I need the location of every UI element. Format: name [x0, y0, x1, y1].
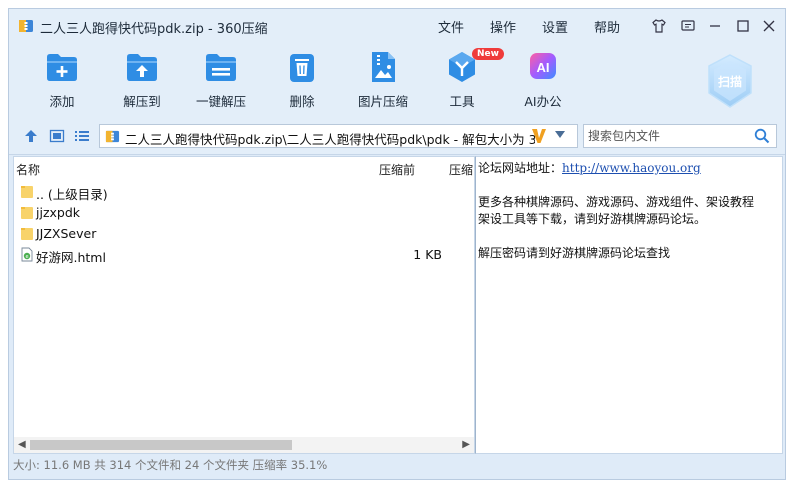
scroll-left-icon[interactable]: ◀ — [18, 439, 26, 450]
feedback-button[interactable] — [679, 17, 697, 35]
comment-blank — [478, 177, 780, 194]
scan-label: 扫描 — [718, 74, 742, 89]
image-compress-button[interactable]: 图片压缩 — [343, 49, 423, 110]
comment-line-3: 架设工具等下载，请到好游棋牌源码论坛。 — [478, 212, 707, 226]
file-size: 1 KB — [413, 247, 442, 262]
status-bar: 大小: 11.6 MB 共 314 个文件和 24 个文件夹 压缩率 35.1% — [13, 458, 328, 472]
delete-button[interactable]: 删除 — [262, 49, 342, 110]
search-box — [583, 124, 777, 148]
file-row[interactable]: .. (上级目录) — [14, 181, 474, 202]
file-row[interactable]: JJZXSever — [14, 223, 474, 244]
v-logo-icon — [532, 129, 546, 143]
file-name: JJZXSever — [36, 226, 97, 241]
close-icon — [763, 20, 775, 32]
window-title: 二人三人跑得快代码pdk.zip - 360压缩 — [40, 22, 268, 37]
scrollbar-thumb[interactable] — [30, 440, 292, 450]
zip-file-icon — [105, 130, 120, 143]
zip-app-icon — [19, 20, 33, 32]
path-field[interactable]: 二人三人跑得快代码pdk.zip\二人三人跑得快代码pdk\pdk - 解包大小… — [99, 124, 578, 148]
search-input[interactable] — [584, 125, 748, 147]
svg-text:e: e — [25, 254, 28, 260]
folder-icon — [21, 228, 33, 240]
scroll-right-icon[interactable]: ▶ — [462, 439, 470, 450]
file-name: .. (上级目录) — [36, 187, 108, 202]
add-folder-icon — [47, 54, 77, 81]
file-row[interactable]: jjzxpdk — [14, 202, 474, 223]
comment-site-label: 论坛网站地址： — [478, 161, 563, 175]
one-click-extract-button-label: 一键解压 — [195, 94, 246, 109]
toolbar: 添加 解压到 一键解压 删除 图片压缩 工具 AI AI办公 New 扫描 — [9, 43, 785, 117]
address-bar-row: 二人三人跑得快代码pdk.zip\二人三人跑得快代码pdk\pdk - 解包大小… — [9, 117, 785, 155]
column-name[interactable]: 名称 — [16, 161, 40, 178]
ai-office-icon: AI — [530, 53, 556, 79]
file-name: jjzxpdk — [36, 205, 81, 220]
add-button[interactable]: 添加 — [22, 49, 102, 110]
one-click-extract-icon — [206, 54, 236, 81]
shirt-icon — [652, 19, 666, 33]
menu-settings[interactable]: 设置 — [542, 17, 568, 36]
column-header: 名称 压缩前 压缩 — [14, 157, 474, 179]
up-arrow-icon[interactable] — [23, 129, 39, 143]
comment-line-4: 解压密码请到好游棋牌源码论坛查找 — [478, 246, 671, 260]
comment-line-2: 更多各种棋牌源码、游戏源码、游戏组件、架设教程 — [478, 195, 755, 209]
folder-icon — [21, 186, 33, 198]
ai-office-button[interactable]: AI AI办公 — [503, 49, 583, 110]
extract-to-button-label: 解压到 — [123, 94, 161, 109]
image-compress-icon — [372, 52, 395, 82]
html-file-icon: e — [21, 247, 33, 262]
tools-button-label: 工具 — [449, 94, 475, 109]
menu-help[interactable]: 帮助 — [594, 17, 620, 36]
minimize-icon — [710, 25, 720, 27]
scan-shield-icon: 扫描 — [708, 54, 752, 108]
add-button-label: 添加 — [49, 94, 75, 109]
comment-line-site: 论坛网站地址：http://www.haoyou.org — [478, 160, 780, 177]
file-row[interactable]: e 好游网.html 1 KB — [14, 244, 474, 265]
extract-to-button[interactable]: 解压到 — [102, 49, 182, 110]
maximize-button[interactable] — [734, 17, 752, 35]
maximize-icon — [737, 20, 749, 32]
menu-file[interactable]: 文件 — [438, 17, 464, 36]
title-bar: 二人三人跑得快代码pdk.zip - 360压缩 文件 操作 设置 帮助 — [9, 9, 785, 43]
archive-comment-pane: 论坛网站地址：http://www.haoyou.org 更多各种棋牌源码、游戏… — [475, 156, 783, 454]
image-compress-button-label: 图片压缩 — [357, 94, 408, 109]
scan-button[interactable]: 扫描 — [705, 53, 755, 109]
trash-icon — [290, 54, 314, 82]
extract-to-icon — [127, 54, 157, 81]
comment-site-link[interactable]: http://www.haoyou.org — [562, 161, 701, 175]
horizontal-scrollbar[interactable]: ◀ ▶ — [14, 437, 474, 453]
minimize-button[interactable] — [706, 17, 724, 35]
skin-button[interactable] — [650, 17, 668, 35]
menu-operation[interactable]: 操作 — [490, 17, 516, 36]
list-view-icon[interactable] — [74, 129, 90, 143]
one-click-extract-button[interactable]: 一键解压 — [181, 49, 261, 110]
path-text: 二人三人跑得快代码pdk.zip\二人三人跑得快代码pdk\pdk - 解包大小… — [125, 132, 535, 147]
detail-view-icon[interactable] — [49, 129, 65, 143]
message-icon — [681, 20, 695, 31]
svg-text:AI: AI — [537, 60, 550, 75]
delete-button-label: 删除 — [289, 94, 315, 109]
column-size-after[interactable]: 压缩 — [449, 161, 473, 178]
file-name: 好游网.html — [36, 250, 106, 265]
column-size-before[interactable]: 压缩前 — [379, 161, 415, 178]
app-window: 二人三人跑得快代码pdk.zip - 360压缩 文件 操作 设置 帮助 添加 … — [8, 8, 786, 480]
close-button[interactable] — [760, 17, 778, 35]
path-dropdown-icon[interactable] — [555, 131, 565, 138]
ai-office-button-label: AI办公 — [524, 94, 562, 109]
new-badge: New — [472, 48, 504, 60]
search-icon[interactable] — [754, 128, 770, 144]
comment-blank — [478, 228, 780, 245]
file-list-pane: 名称 压缩前 压缩 .. (上级目录) jjzxpdk JJZXSever e … — [13, 156, 475, 454]
folder-icon — [21, 207, 33, 219]
